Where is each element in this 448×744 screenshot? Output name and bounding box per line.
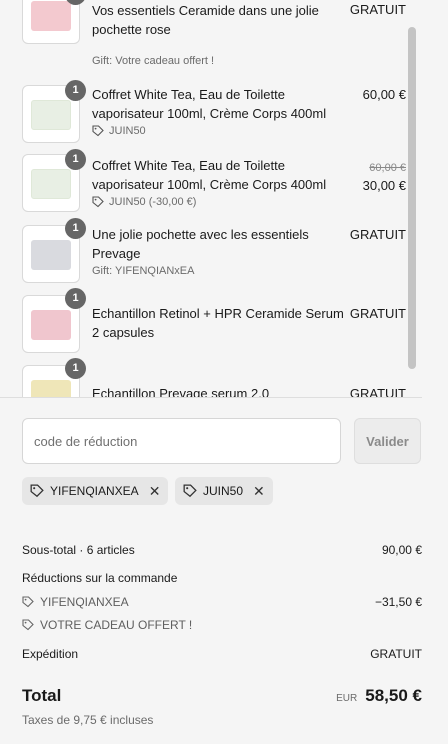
item-price: GRATUIT <box>349 2 406 17</box>
apply-discount-button[interactable]: Valider <box>354 418 421 464</box>
item-subtitle: Gift: YIFENQIANxEA <box>92 265 195 277</box>
item-title: Echantillon Prevage serum 2.0 <box>92 386 270 398</box>
item-subtitle: JUIN50 (-30,00 €) <box>92 196 196 208</box>
quantity-badge: 1 <box>65 288 86 309</box>
item-price: GRATUIT <box>349 227 406 242</box>
tag-icon <box>183 484 197 498</box>
item-price: 60,00 € <box>362 87 406 102</box>
product-image <box>31 310 71 340</box>
taxes-note: Taxes de 9,75 € incluses <box>22 713 154 727</box>
subtotal-value: 90,00 € <box>381 543 422 557</box>
item-original-price: 60,00 € <box>369 162 406 174</box>
discount-code-row: VOTRE CADEAU OFFERT ! <box>22 618 422 632</box>
order-discount-value: −31,50 € <box>374 595 422 609</box>
product-image <box>31 240 71 270</box>
order-discounts-label: Réductions sur la commande <box>22 571 178 585</box>
item-subtitle-text: JUIN50 (-30,00 €) <box>109 196 197 208</box>
discount-code-label: YIFENQIANXEA <box>40 595 129 609</box>
close-icon[interactable]: ✕ <box>149 483 161 500</box>
shipping-label: Expédition <box>22 647 79 661</box>
total-value-block: EUR 58,50 € <box>336 686 422 706</box>
quantity-badge: 1 <box>65 80 86 101</box>
subtotal-row: Sous-total · 6 articles 90,00 € <box>22 543 422 557</box>
item-title: Vos essentiels Ceramide dans une jolie p… <box>92 3 319 37</box>
item-subtitle: JUIN50 <box>92 125 146 137</box>
item-price: GRATUIT <box>349 386 406 398</box>
item-subtitle: Gift: Votre cadeau offert ! <box>92 55 214 67</box>
product-thumbnail <box>22 0 80 44</box>
item-subtitle-text: Gift: Votre cadeau offert ! <box>92 55 215 67</box>
cart-items-list[interactable]: 1 Vos essentiels Ceramide dans une jolie… <box>0 0 422 398</box>
tag-icon <box>22 596 34 608</box>
scrollbar[interactable] <box>408 27 416 369</box>
applied-code-chip: YIFENQIANXEA ✕ <box>22 477 169 505</box>
item-subtitle-text: JUIN50 <box>109 125 146 137</box>
product-image <box>31 169 71 199</box>
total-row: Total EUR 58,50 € <box>22 686 422 706</box>
subtotal-label: Sous-total · 6 articles <box>22 543 135 557</box>
item-price: GRATUIT <box>349 306 406 321</box>
applied-code-label: YIFENQIANXEA <box>50 484 139 498</box>
total-label: Total <box>22 686 62 705</box>
total-amount: 58,50 € <box>365 686 422 705</box>
shipping-row: Expédition GRATUIT <box>22 647 422 661</box>
close-icon[interactable]: ✕ <box>253 483 265 500</box>
item-title: Coffret White Tea, Eau de Toilette vapor… <box>92 158 327 192</box>
order-discounts-row: Réductions sur la commande <box>22 571 422 585</box>
product-image <box>31 1 71 31</box>
tag-icon <box>92 125 104 137</box>
discount-code-entry: YIFENQIANXEA <box>22 595 129 609</box>
item-title: Echantillon Retinol + HPR Ceramide Serum… <box>92 306 344 340</box>
item-price-block: 60,00 € 30,00 € <box>363 159 406 195</box>
tag-icon <box>92 196 104 208</box>
shipping-value: GRATUIT <box>370 647 422 661</box>
currency-code: EUR <box>336 693 358 704</box>
item-title: Coffret White Tea, Eau de Toilette vapor… <box>92 87 327 121</box>
quantity-badge: 1 <box>65 218 86 239</box>
discount-code-row: YIFENQIANXEA −31,50 € <box>22 595 422 609</box>
tag-icon <box>30 484 44 498</box>
product-image <box>31 100 71 130</box>
tag-icon <box>22 619 34 631</box>
applied-code-label: JUIN50 <box>203 484 244 498</box>
applied-code-chip: JUIN50 ✕ <box>175 477 273 505</box>
quantity-badge: 1 <box>65 358 86 379</box>
item-price: 30,00 € <box>362 178 406 193</box>
item-subtitle-text: Gift: YIFENQIANxEA <box>92 265 195 277</box>
quantity-badge: 1 <box>65 149 86 170</box>
discount-code-entry: VOTRE CADEAU OFFERT ! <box>22 618 192 632</box>
item-title: Une jolie pochette avec les essentiels P… <box>92 227 309 261</box>
discount-code-label: VOTRE CADEAU OFFERT ! <box>40 618 193 632</box>
product-image <box>31 380 71 397</box>
discount-code-input[interactable] <box>22 418 341 464</box>
